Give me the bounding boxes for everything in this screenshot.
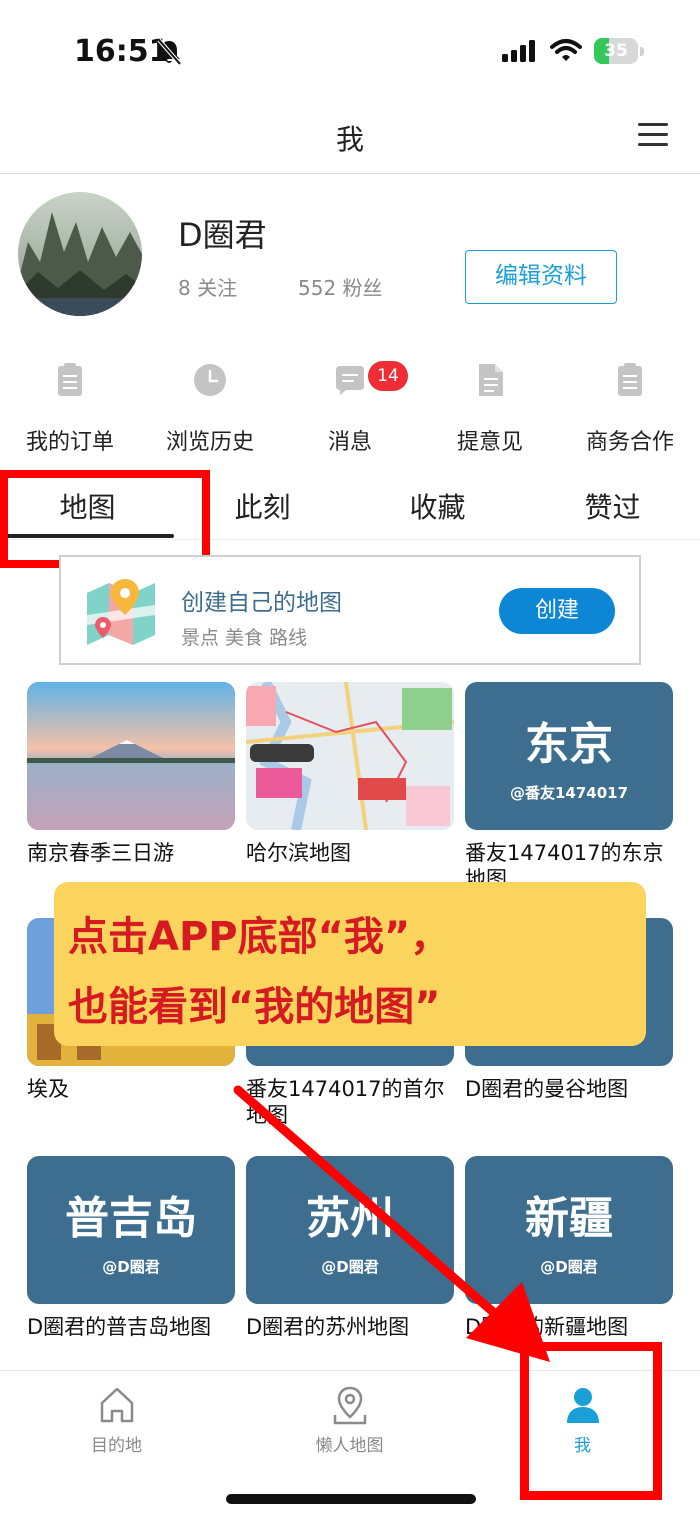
map-thumbnail: 苏州 @D圈君 — [246, 1156, 454, 1304]
home-indicator — [226, 1494, 476, 1504]
map-city-label: 新疆 — [525, 1193, 613, 1244]
map-city-label: 苏州 — [306, 1193, 394, 1244]
quick-item-orders[interactable]: 我的订单 — [0, 350, 140, 460]
tab-liked[interactable]: 赞过 — [525, 486, 700, 526]
annotation-line-1: 点击APP底部“我”， — [68, 914, 451, 960]
map-pin-icon — [333, 1386, 367, 1425]
tab-bar-destinations[interactable]: 目的地 — [0, 1371, 233, 1471]
profile-section: D圈君 8 关注 552 粉丝 编辑资料 — [0, 176, 700, 336]
annotation-line-2: 也能看到“我的地图” — [68, 984, 441, 1030]
map-card[interactable]: 普吉岛 @D圈君 D圈君的普吉岛地图 — [27, 1156, 235, 1366]
message-count-badge: 14 — [368, 361, 408, 391]
battery-indicator: 35 — [594, 38, 644, 64]
followers-count[interactable]: 552 粉丝 — [298, 272, 383, 301]
quick-label-feedback: 提意见 — [456, 430, 523, 455]
quick-menu: 我的订单 浏览历史 消息 提意见 商务合作 — [0, 350, 700, 460]
map-owner-label: @番友1474017 — [509, 784, 629, 802]
create-map-button[interactable]: 创建 — [499, 588, 615, 634]
map-card[interactable]: 新疆 @D圈君 D圈君的新疆地图 — [465, 1156, 673, 1366]
hamburger-menu-icon[interactable] — [638, 122, 668, 148]
tab-favorites[interactable]: 收藏 — [350, 486, 525, 526]
battery-percent: 35 — [604, 41, 628, 61]
map-card[interactable]: 南京春季三日游 — [27, 682, 235, 892]
map-thumbnail: 东京 @番友1474017 — [465, 682, 673, 830]
map-thumbnail — [27, 682, 235, 830]
map-thumbnail: 新疆 @D圈君 — [465, 1156, 673, 1304]
map-name: D圈君的苏州地图 — [246, 1315, 410, 1339]
create-map-card[interactable]: 创建自己的地图 景点 美食 路线 创建 — [59, 555, 641, 665]
map-thumbnail: 普吉岛 @D圈君 — [27, 1156, 235, 1304]
clipboard-icon — [58, 363, 82, 396]
bell-muted-icon — [157, 38, 182, 66]
following-count[interactable]: 8 关注 — [178, 272, 237, 301]
edit-profile-button[interactable]: 编辑资料 — [465, 250, 617, 304]
status-bar: 16:51 35 — [0, 0, 700, 100]
page-title: 我 — [335, 123, 364, 156]
map-name: D圈君的曼谷地图 — [465, 1077, 629, 1101]
map-owner-label: @D圈君 — [321, 1258, 379, 1276]
quick-label-messages: 消息 — [327, 430, 372, 455]
tab-bar-lazy-map[interactable]: 懒人地图 — [233, 1371, 466, 1471]
home-icon — [100, 1387, 134, 1423]
map-create-icon — [87, 579, 155, 645]
annotation-callout: 点击APP底部“我”， 也能看到“我的地图” — [54, 882, 646, 1046]
chat-icon — [336, 366, 364, 395]
nav-header: 我 — [0, 100, 700, 174]
create-map-subtitle: 景点 美食 路线 — [181, 627, 308, 649]
city-map-image — [246, 682, 454, 830]
tab-bar-label: 目的地 — [91, 1436, 142, 1456]
map-card[interactable]: 苏州 @D圈君 D圈君的苏州地图 — [246, 1156, 454, 1366]
quick-label-history: 浏览历史 — [165, 430, 254, 455]
document-icon — [479, 364, 503, 396]
map-name: 埃及 — [27, 1077, 69, 1101]
quick-item-feedback[interactable]: 提意见 — [420, 350, 560, 460]
quick-label-orders: 我的订单 — [25, 430, 114, 455]
map-card[interactable]: 哈尔滨地图 — [246, 682, 454, 892]
quick-label-business: 商务合作 — [585, 430, 674, 455]
map-card[interactable]: 东京 @番友1474017 番友1474017的东京地图 — [465, 682, 673, 892]
map-owner-label: @D圈君 — [540, 1258, 598, 1276]
wifi-icon — [550, 39, 582, 61]
clipboard-icon — [618, 363, 642, 396]
map-city-label: 东京 — [525, 719, 613, 770]
map-thumbnail — [246, 682, 454, 830]
map-name: D圈君的普吉岛地图 — [27, 1315, 212, 1339]
username: D圈君 — [178, 216, 267, 254]
clock-icon — [194, 364, 226, 396]
lake-photo-image — [27, 682, 235, 830]
map-owner-label: @D圈君 — [102, 1258, 160, 1276]
highlight-box-maps-tab — [0, 470, 210, 568]
avatar-landscape-image — [18, 192, 142, 316]
quick-item-business[interactable]: 商务合作 — [560, 350, 700, 460]
tab-bar-label: 懒人地图 — [315, 1436, 384, 1456]
highlight-box-me-tab — [520, 1342, 662, 1500]
signal-icon — [502, 40, 535, 62]
create-map-title: 创建自己的地图 — [181, 590, 342, 616]
quick-item-history[interactable]: 浏览历史 — [140, 350, 280, 460]
map-name: 番友1474017的首尔地图 — [246, 1077, 445, 1127]
avatar[interactable] — [18, 192, 142, 316]
map-city-label: 普吉岛 — [65, 1193, 197, 1244]
